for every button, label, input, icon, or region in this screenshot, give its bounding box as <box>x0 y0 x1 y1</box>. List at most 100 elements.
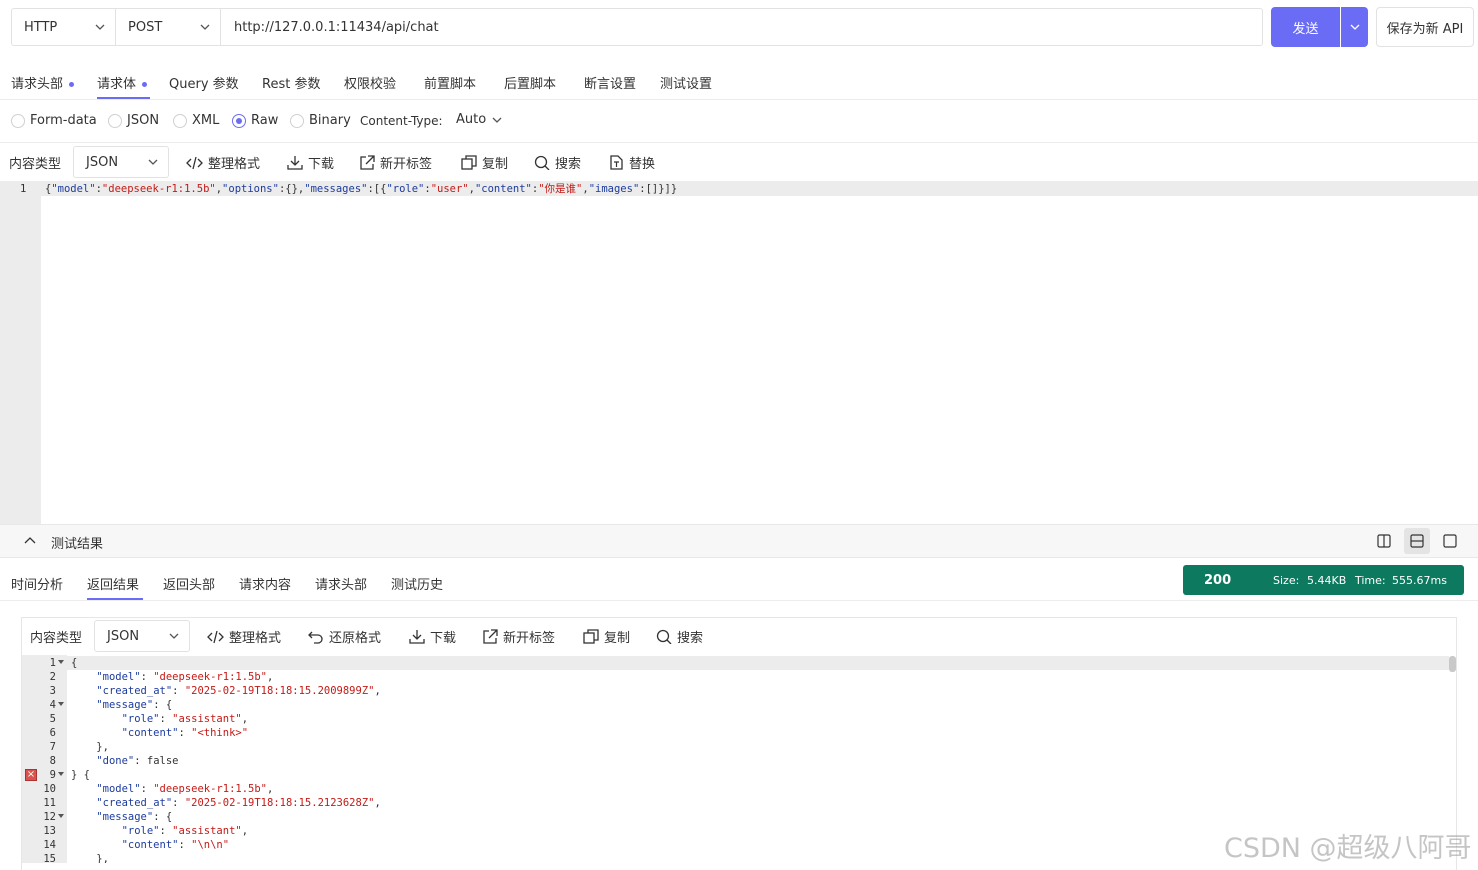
result-tab-label: 请求头部 <box>315 578 368 593</box>
fold-toggle-icon[interactable] <box>58 814 64 818</box>
fold-toggle-icon[interactable] <box>58 702 64 706</box>
request-body-code[interactable]: {"model":"deepseek-r1:1.5b","options":{}… <box>45 182 677 196</box>
external-link-icon <box>360 155 375 170</box>
code-line: "model": "deepseek-r1:1.5b", <box>71 670 273 684</box>
radio-label: Form-data <box>30 113 97 128</box>
code-token: "images" <box>588 183 640 195</box>
result-tab[interactable]: 返回头部 <box>163 574 215 593</box>
url-value: http://127.0.0.1:11434/api/chat <box>234 19 439 35</box>
request-tab-label: 断言设置 <box>584 77 637 92</box>
editor-content-type-select[interactable]: JSON <box>73 146 169 178</box>
protocol-value: HTTP <box>24 19 58 35</box>
response-format-button[interactable]: 整理格式 <box>207 627 281 646</box>
radio-circle <box>108 113 122 128</box>
response-search-button[interactable]: 搜索 <box>656 627 703 646</box>
request-tab[interactable]: 请求头部 <box>11 73 75 92</box>
body-type-radio[interactable]: Raw <box>232 113 278 128</box>
undo-icon <box>308 631 323 644</box>
response-download-button[interactable]: 下载 <box>409 627 456 646</box>
replace-button[interactable]: 替换 <box>608 153 655 172</box>
radio-label: JSON <box>127 113 160 128</box>
request-tab[interactable]: Query 参数 <box>169 73 239 92</box>
watermark: CSDN @超级八阿哥 <box>1224 833 1472 864</box>
editor-content-type-value: JSON <box>86 154 119 170</box>
code-token: "deepseek-r1:1.5b" <box>153 783 268 795</box>
format-button[interactable]: 整理格式 <box>186 153 260 172</box>
code-token: , <box>267 783 274 795</box>
search-button[interactable]: 搜索 <box>534 153 581 172</box>
code-line: } { <box>71 768 90 782</box>
code-token: "options" <box>222 183 279 195</box>
result-tab[interactable]: 请求内容 <box>239 574 291 593</box>
result-tab[interactable]: 时间分析 <box>11 574 63 593</box>
radio-label: Binary <box>309 113 351 128</box>
content-type-select[interactable]: Auto <box>456 112 502 127</box>
code-token: "message" <box>96 811 154 823</box>
protocol-select[interactable]: HTTP <box>11 8 116 46</box>
restore-format-button[interactable]: 还原格式 <box>308 627 381 646</box>
url-input[interactable]: http://127.0.0.1:11434/api/chat <box>220 8 1263 46</box>
request-tab-label: 后置脚本 <box>504 77 557 92</box>
layout-full-button[interactable] <box>1438 530 1462 552</box>
response-copy-button[interactable]: 复制 <box>583 627 630 646</box>
copy-icon <box>461 155 477 170</box>
fold-toggle-icon[interactable] <box>58 660 64 664</box>
result-tab[interactable]: 请求头部 <box>315 574 367 593</box>
download-icon <box>409 630 425 644</box>
send-button[interactable]: 发送 <box>1271 7 1340 47</box>
request-editor-gutter <box>0 181 41 524</box>
code-token: { <box>71 657 78 669</box>
code-token: "done" <box>96 755 135 767</box>
code-line: "done": false <box>71 754 178 768</box>
save-as-api-button[interactable]: 保存为新 API <box>1376 7 1474 47</box>
copy-button[interactable]: 复制 <box>461 153 508 172</box>
send-dropdown-button[interactable] <box>1341 7 1368 47</box>
request-tab[interactable]: Rest 参数 <box>262 73 320 92</box>
new-tab-button[interactable]: 新开标签 <box>359 153 432 172</box>
request-tab[interactable]: 断言设置 <box>584 73 636 92</box>
request-tab[interactable]: 请求体 <box>97 73 150 99</box>
request-tab[interactable]: 后置脚本 <box>504 73 556 92</box>
code-token: : { <box>153 811 173 823</box>
fold-toggle-icon[interactable] <box>58 772 64 776</box>
code-token: "deepseek-r1:1.5b" <box>101 183 216 195</box>
status-code: 200 <box>1204 572 1232 588</box>
chevron-up-icon[interactable] <box>24 536 36 546</box>
error-marker-icon[interactable]: × <box>25 769 37 781</box>
copy-label: 复制 <box>482 157 509 172</box>
chevron-down-icon <box>95 24 105 30</box>
code-line: "created_at": "2025-02-19T18:18:15.21236… <box>71 796 381 810</box>
response-format-label: 整理格式 <box>229 631 282 646</box>
response-copy-label: 复制 <box>604 631 631 646</box>
layout-side-button[interactable] <box>1372 530 1396 552</box>
response-new-tab-button[interactable]: 新开标签 <box>482 627 555 646</box>
body-type-radio[interactable]: JSON <box>108 113 159 128</box>
result-tab[interactable]: 测试历史 <box>391 574 443 593</box>
body-type-divider <box>0 142 1478 143</box>
radio-circle <box>290 113 304 128</box>
body-type-radio[interactable]: Binary <box>290 113 351 128</box>
request-tab[interactable]: 测试设置 <box>660 73 712 92</box>
result-tab[interactable]: 返回结果 <box>87 574 143 600</box>
method-select[interactable]: POST <box>115 8 221 46</box>
replace-label: 替换 <box>629 157 656 172</box>
layout-bottom-button[interactable] <box>1404 528 1430 554</box>
code-token: "model" <box>51 183 96 195</box>
restore-format-label: 还原格式 <box>329 631 382 646</box>
code-token: : <box>178 727 192 739</box>
body-type-radio[interactable]: XML <box>173 113 219 128</box>
body-type-radio[interactable]: Form-data <box>11 113 97 128</box>
code-icon <box>207 630 224 643</box>
radio-circle <box>232 113 246 128</box>
radio-label: XML <box>192 113 220 128</box>
search-icon <box>656 629 672 644</box>
download-button[interactable]: 下载 <box>287 153 334 172</box>
line-number: 11 <box>43 797 56 809</box>
response-content-type-select[interactable]: JSON <box>94 620 190 652</box>
maximize-icon <box>1443 534 1457 548</box>
response-scrollbar[interactable] <box>1449 656 1456 672</box>
request-tab[interactable]: 前置脚本 <box>424 73 476 92</box>
request-tab[interactable]: 权限校验 <box>344 73 396 92</box>
